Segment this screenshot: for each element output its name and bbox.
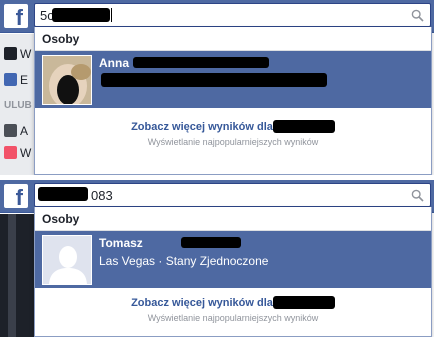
redacted-more-query	[273, 296, 335, 309]
facebook-logo-icon[interactable]: f	[4, 184, 28, 208]
redacted-subtitle	[101, 73, 327, 87]
sidebar-heading: ULUB	[4, 100, 32, 111]
sidebar-strip	[8, 214, 16, 337]
search-result-item[interactable]: Tomasz Las Vegas · Stany Zjednoczone	[35, 231, 431, 288]
left-sidebar: W E ULUB A W	[0, 34, 34, 175]
avatar	[42, 55, 92, 105]
facebook-logo-icon[interactable]: f	[4, 4, 28, 28]
pages-icon	[4, 124, 17, 137]
top-screenshot: f 5c W E ULUB A W Osoby Anna Zobacz więc…	[0, 0, 434, 175]
profile-photo-icon	[43, 56, 91, 104]
messages-icon	[4, 146, 17, 159]
result-location: Las Vegas · Stany Zjednoczone	[99, 254, 269, 268]
redacted-name	[133, 57, 269, 68]
sidebar-item[interactable]: W	[4, 146, 31, 160]
result-name: Anna	[99, 56, 129, 70]
avatar	[42, 235, 92, 285]
see-more-subtext: Wyświetlanie najpopularniejszych wyników	[147, 313, 319, 323]
search-icon[interactable]	[411, 189, 424, 202]
search-icon[interactable]	[411, 9, 424, 22]
search-result-item[interactable]: Anna	[35, 51, 431, 108]
section-header-people: Osoby	[35, 27, 431, 51]
redacted-query	[52, 8, 110, 22]
search-input[interactable]: 083	[34, 183, 431, 207]
edit-icon	[4, 73, 17, 86]
redacted-query	[38, 187, 88, 201]
sidebar-item[interactable]: W	[4, 47, 31, 61]
redacted-more-query	[273, 120, 335, 133]
redacted-name	[181, 237, 241, 248]
sidebar-item[interactable]: A	[4, 124, 28, 138]
news-feed-icon	[4, 47, 17, 60]
see-more-results[interactable]: Zobacz więcej wyników dla Wyświetlanie n…	[35, 297, 431, 323]
see-more-subtext: Wyświetlanie najpopularniejszych wyników	[147, 137, 319, 147]
left-sidebar	[0, 214, 34, 337]
search-typeahead-dropdown: Osoby Tomasz Las Vegas · Stany Zjednoczo…	[34, 207, 432, 337]
see-more-results[interactable]: Zobacz więcej wyników dla Wyświetlanie n…	[35, 121, 431, 147]
see-more-link[interactable]: Zobacz więcej wyników dla	[35, 121, 431, 133]
bottom-screenshot: f 083 Osoby Tomasz Las Vegas · Stany Zje…	[0, 180, 434, 337]
result-name: Tomasz	[99, 236, 143, 250]
sidebar-item[interactable]: E	[4, 73, 28, 87]
section-header-people: Osoby	[35, 207, 431, 231]
search-typeahead-dropdown: Osoby Anna Zobacz więcej wyników dla Wyś…	[34, 27, 432, 175]
see-more-link[interactable]: Zobacz więcej wyników dla	[35, 297, 431, 309]
default-avatar-icon	[43, 236, 91, 284]
